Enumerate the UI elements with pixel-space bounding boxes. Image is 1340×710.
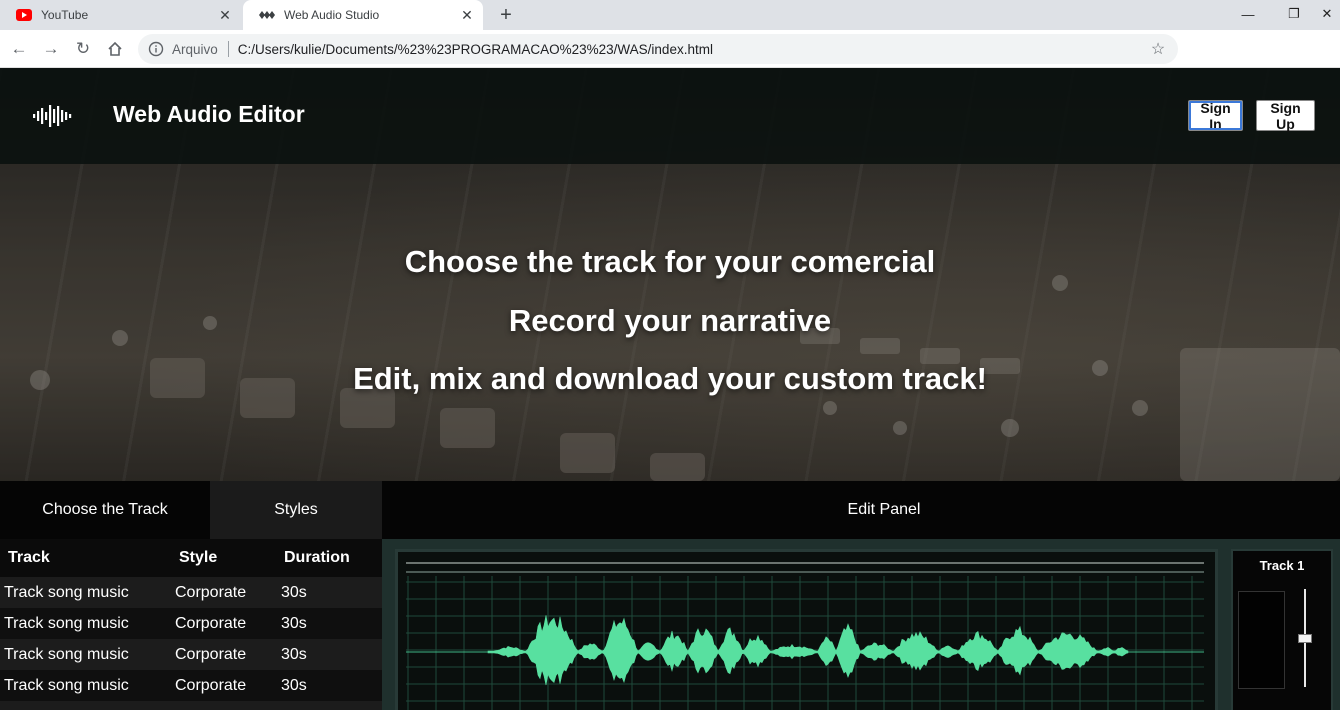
track-style: Corporate (175, 646, 247, 663)
track-label: Track 1 (1259, 558, 1305, 573)
url-text[interactable]: C:/Users/kulie/Documents/%23%23PROGRAMAC… (238, 42, 1148, 57)
column-header-style: Style (179, 549, 218, 566)
tab-styles[interactable]: Styles (210, 481, 382, 539)
track-name: Track song music (4, 584, 129, 601)
browser-tab-web-audio-studio[interactable]: Web Audio Studio ✕ (243, 0, 483, 30)
column-header-track: Track (8, 549, 50, 566)
hero-headline-1: Choose the track for your comercial (404, 244, 936, 279)
window-close-icon[interactable]: ✕ (1314, 0, 1340, 28)
sound-wave-logo-icon[interactable] (33, 104, 73, 128)
table-row[interactable]: Track song music Corporate 30s (0, 670, 382, 701)
track-duration: 30s (281, 677, 307, 694)
info-icon[interactable] (148, 41, 164, 57)
track-name: Track song music (4, 615, 129, 632)
browser-tab-youtube[interactable]: YouTube ✕ (0, 0, 241, 30)
edit-panel: Track 1 (382, 539, 1340, 710)
hero-banner: Web Audio Editor Sign In Sign Up Choose … (0, 68, 1340, 481)
home-icon[interactable] (103, 37, 127, 61)
track-style: Corporate (175, 615, 247, 632)
new-tab-icon[interactable]: + (494, 3, 518, 27)
track-duration: 30s (281, 646, 307, 663)
track-mixer-channel: Track 1 (1231, 549, 1333, 710)
close-icon[interactable]: ✕ (459, 7, 475, 23)
web-page: Web Audio Editor Sign In Sign Up Choose … (0, 68, 1340, 710)
browser-tab-strip: YouTube ✕ Web Audio Studio ✕ + — ❐ ✕ (0, 0, 1340, 30)
track-name: Track song music (4, 646, 129, 663)
waveform-display[interactable] (398, 552, 1215, 710)
table-row[interactable]: Track song music Corporate 30s (0, 608, 382, 639)
sign-in-button[interactable]: Sign In (1188, 100, 1243, 132)
track-duration: 30s (281, 584, 307, 601)
address-bar[interactable]: Arquivo C:/Users/kulie/Documents/%23%23P… (138, 34, 1178, 64)
waveform-shape (487, 615, 1129, 686)
close-icon[interactable]: ✕ (217, 7, 233, 23)
tab-title: Web Audio Studio (284, 8, 380, 22)
waveform-icon (259, 7, 275, 23)
level-meter (1238, 591, 1285, 689)
site-title[interactable]: Web Audio Editor (113, 101, 305, 128)
url-scheme-label: Arquivo (172, 41, 218, 57)
table-header: Track Style Duration (0, 539, 382, 577)
tab-edit-panel[interactable]: Edit Panel (382, 481, 1340, 539)
hero-headline-3: Edit, mix and download your custom track… (353, 361, 987, 396)
track-duration: 30s (281, 615, 307, 632)
sign-up-button[interactable]: Sign Up (1256, 100, 1315, 132)
volume-slider-thumb[interactable] (1298, 634, 1312, 643)
site-header: Web Audio Editor Sign In Sign Up (0, 68, 1340, 164)
minimize-icon[interactable]: — (1226, 0, 1270, 28)
youtube-icon (16, 7, 32, 23)
browser-toolbar: ← → ↻ Arquivo C:/Users/kulie/Documents/%… (0, 30, 1340, 88)
tab-choose-the-track[interactable]: Choose the Track (0, 481, 210, 539)
star-icon[interactable]: ☆ (1148, 39, 1168, 59)
column-header-duration: Duration (284, 549, 350, 566)
track-style: Corporate (175, 584, 247, 601)
divider (227, 41, 229, 57)
table-row[interactable]: Track song music Corporate 30s (0, 577, 382, 608)
maximize-icon[interactable]: ❐ (1272, 0, 1316, 28)
track-name: Track song music (4, 677, 129, 694)
hero-headline-2: Record your narrative (508, 303, 832, 338)
back-icon[interactable]: ← (7, 37, 31, 61)
table-row[interactable]: Track song music Corporate 30s (0, 639, 382, 670)
track-style: Corporate (175, 677, 247, 694)
tab-title: YouTube (41, 8, 89, 22)
forward-icon[interactable]: → (39, 37, 63, 61)
reload-icon[interactable]: ↻ (71, 37, 95, 61)
panel-tab-bar: Choose the Track Styles Edit Panel (0, 481, 1340, 539)
track-table: Track Style Duration Track song music Co… (0, 539, 382, 710)
waveform-canvas[interactable] (395, 549, 1218, 710)
